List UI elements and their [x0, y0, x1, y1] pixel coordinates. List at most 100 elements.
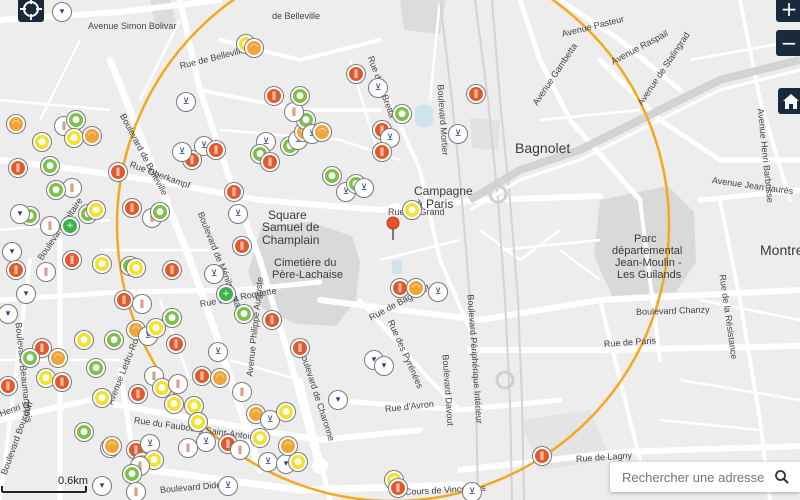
grocery-icon[interactable]: ● [151, 203, 169, 221]
bakery-icon[interactable]: ◠ [83, 127, 101, 145]
shopping-cart-icon[interactable]: ⊻ [197, 433, 215, 451]
shopping-cart-icon[interactable]: ⊻ [449, 125, 467, 143]
bakery-icon[interactable]: ◠ [7, 115, 25, 133]
bakery-icon[interactable]: ◠ [407, 279, 425, 297]
restaurant-icon[interactable]: ǁ [467, 85, 485, 103]
fruit-icon[interactable]: ● [87, 201, 105, 219]
shopping-cart-icon[interactable]: ⊻ [429, 283, 447, 301]
fishmonger-icon[interactable]: ▾ [375, 357, 393, 375]
grocery-icon[interactable]: ● [75, 423, 93, 441]
fruit-icon[interactable]: ● [277, 403, 295, 421]
bakery-icon[interactable]: ◠ [103, 437, 121, 455]
pharmacy-icon[interactable]: + [217, 285, 235, 303]
fruit-icon[interactable]: ● [127, 259, 145, 277]
butcher-icon[interactable]: ǁ [233, 383, 251, 401]
restaurant-icon[interactable]: ǁ [291, 339, 309, 357]
restaurant-icon[interactable]: ǁ [123, 199, 141, 217]
restaurant-icon[interactable]: ǁ [193, 367, 211, 385]
restaurant-icon[interactable]: ǁ [261, 153, 279, 171]
search-icon[interactable] [774, 469, 790, 485]
fruit-icon[interactable]: ● [75, 331, 93, 349]
restaurant-icon[interactable]: ǁ [373, 143, 391, 161]
locate-button[interactable] [18, 0, 44, 22]
fruit-icon[interactable]: ● [251, 429, 269, 447]
restaurant-icon[interactable]: ǁ [347, 65, 365, 83]
shopping-cart-icon[interactable]: ⊻ [463, 483, 481, 500]
butcher-icon[interactable]: ǁ [41, 217, 59, 235]
fishmonger-icon[interactable]: ▾ [53, 3, 71, 21]
shopping-cart-icon[interactable]: ⊻ [229, 205, 247, 223]
fruit-icon[interactable]: ● [147, 319, 165, 337]
map-pin-icon[interactable] [386, 216, 400, 240]
shopping-cart-icon[interactable]: ⊻ [173, 143, 191, 161]
restaurant-icon[interactable]: ǁ [109, 163, 127, 181]
grocery-icon[interactable]: ● [291, 87, 309, 105]
grocery-icon[interactable]: ● [105, 331, 123, 349]
restaurant-icon[interactable]: ǁ [63, 251, 81, 269]
restaurant-icon[interactable]: ǁ [389, 479, 407, 497]
zoom-in-button[interactable]: + [776, 0, 800, 22]
fruit-icon[interactable]: ● [93, 389, 111, 407]
butcher-icon[interactable]: ǁ [169, 375, 187, 393]
home-button[interactable] [778, 88, 800, 114]
shopping-cart-icon[interactable]: ⊻ [369, 79, 387, 97]
grocery-icon[interactable]: ● [47, 181, 65, 199]
grocery-icon[interactable]: ● [87, 359, 105, 377]
restaurant-icon[interactable]: ǁ [163, 261, 181, 279]
restaurant-icon[interactable]: ǁ [263, 311, 281, 329]
grocery-icon[interactable]: ● [67, 111, 85, 129]
fishmonger-icon[interactable]: ▾ [3, 243, 21, 261]
butcher-icon[interactable]: ǁ [37, 263, 55, 281]
grocery-icon[interactable]: ● [123, 465, 141, 483]
address-search-box[interactable] [610, 462, 800, 492]
butcher-icon[interactable]: ǁ [127, 483, 145, 500]
restaurant-icon[interactable]: ǁ [207, 141, 225, 159]
zoom-out-button[interactable]: − [776, 30, 800, 56]
fruit-icon[interactable]: ● [185, 397, 203, 415]
shopping-cart-icon[interactable]: ⊻ [141, 435, 159, 453]
restaurant-icon[interactable]: ǁ [225, 183, 243, 201]
restaurant-icon[interactable]: ǁ [167, 335, 185, 353]
bakery-icon[interactable]: ◠ [49, 349, 67, 367]
restaurant-icon[interactable]: ǁ [265, 87, 283, 105]
address-search-input[interactable] [620, 468, 774, 486]
shopping-cart-icon[interactable]: ⊻ [205, 265, 223, 283]
grocery-icon[interactable]: ● [41, 157, 59, 175]
grocery-icon[interactable]: ● [393, 105, 411, 123]
pharmacy-icon[interactable]: + [61, 217, 79, 235]
grocery-icon[interactable]: ● [235, 305, 253, 323]
shopping-cart-icon[interactable]: ⊻ [209, 343, 227, 361]
restaurant-icon[interactable]: ǁ [533, 447, 551, 465]
map-canvas[interactable]: Bagnolet Campagne à Paris Square Samuel … [0, 0, 800, 500]
fruit-icon[interactable]: ● [289, 453, 307, 471]
restaurant-icon[interactable]: ǁ [233, 237, 251, 255]
restaurant-icon[interactable]: ǁ [115, 291, 133, 309]
butcher-icon[interactable]: ǁ [63, 179, 81, 197]
shopping-cart-icon[interactable]: ⊻ [355, 179, 373, 197]
grocery-icon[interactable]: ● [163, 309, 181, 327]
fruit-icon[interactable]: ● [37, 369, 55, 387]
shopping-cart-icon[interactable]: ⊻ [219, 477, 237, 495]
butcher-icon[interactable]: ǁ [179, 439, 197, 457]
fruit-icon[interactable]: ● [189, 413, 207, 431]
fishmonger-icon[interactable]: ▾ [93, 477, 111, 495]
butcher-icon[interactable]: ǁ [285, 103, 303, 121]
restaurant-icon[interactable]: ǁ [53, 373, 71, 391]
bakery-icon[interactable]: ◠ [313, 123, 331, 141]
fruit-icon[interactable]: ● [165, 395, 183, 413]
fruit-icon[interactable]: ● [33, 133, 51, 151]
bakery-icon[interactable]: ◠ [245, 39, 263, 57]
restaurant-icon[interactable]: ǁ [7, 261, 25, 279]
fruit-icon[interactable]: ● [65, 129, 83, 147]
shopping-cart-icon[interactable]: ⊻ [259, 453, 277, 471]
restaurant-icon[interactable]: ǁ [9, 159, 27, 177]
butcher-icon[interactable]: ǁ [231, 441, 249, 459]
fishmonger-icon[interactable]: ▾ [17, 285, 35, 303]
bakery-icon[interactable]: ◠ [211, 369, 229, 387]
fruit-icon[interactable]: ● [93, 255, 111, 273]
grocery-icon[interactable]: ● [21, 349, 39, 367]
butcher-icon[interactable]: ǁ [133, 295, 151, 313]
fruit-icon[interactable]: ● [403, 201, 421, 219]
bakery-icon[interactable]: ◠ [279, 437, 297, 455]
fishmonger-icon[interactable]: ▾ [11, 205, 29, 223]
